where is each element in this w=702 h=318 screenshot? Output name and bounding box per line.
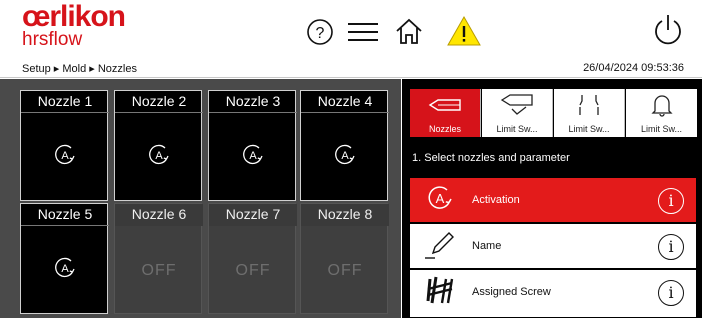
info-icon[interactable]: i (658, 188, 684, 214)
step-instruction: 1. Select nozzles and parameter (412, 152, 570, 164)
nozzle-title: Nozzle 2 (115, 91, 203, 113)
param-assigned-screw[interactable]: Assigned Screw i (410, 270, 696, 318)
menu-icon[interactable] (346, 18, 380, 46)
logo: œrlikon hrsflow (22, 0, 126, 50)
svg-text:A: A (61, 263, 69, 275)
help-icon[interactable]: ? (306, 18, 334, 46)
svg-text:A: A (61, 150, 69, 162)
nozzle-tile-2[interactable]: Nozzle 2 A (114, 90, 203, 201)
bell-icon (650, 93, 674, 122)
nozzle-tile-8[interactable]: Nozzle 8 OFF (300, 203, 389, 314)
info-icon[interactable]: i (658, 234, 684, 260)
info-icon[interactable]: i (658, 280, 684, 306)
warning-icon[interactable] (446, 15, 482, 47)
nozzle-limit-icon (500, 93, 534, 122)
activation-icon: A (427, 185, 453, 216)
nozzle-tile-1[interactable]: Nozzle 1 A (20, 90, 109, 201)
svg-text:A: A (436, 191, 445, 206)
tab-nozzles[interactable]: Nozzles (410, 89, 481, 137)
activation-icon: A (54, 257, 76, 284)
home-icon[interactable] (394, 16, 424, 46)
nozzle-title: Nozzle 6 (115, 204, 203, 226)
nozzle-title: Nozzle 8 (301, 204, 389, 226)
activation-icon: A (242, 144, 264, 171)
brand-subname: hrsflow (22, 29, 83, 50)
param-label: Assigned Screw (472, 286, 551, 298)
param-label: Activation (472, 194, 520, 206)
svg-text:A: A (155, 150, 163, 162)
tab-limit-switch-1[interactable]: Limit Sw... (482, 89, 553, 137)
breadcrumb: Setup ▸ Mold ▸ Nozzles (22, 63, 137, 75)
app-root: œrlikon hrsflow Setup ▸ Mold ▸ Nozzles 2… (0, 0, 702, 318)
nozzle-grid: Nozzle 1 A Nozzle 2 A Nozzle 3 A Nozzle … (0, 79, 401, 318)
nozzle-off-label: OFF (141, 261, 177, 279)
svg-text:?: ? (316, 25, 325, 42)
tab-label: Limit Sw... (568, 124, 610, 134)
tab-label: Limit Sw... (496, 124, 538, 134)
nozzle-title: Nozzle 1 (21, 91, 109, 113)
svg-text:A: A (249, 150, 257, 162)
activation-icon: A (334, 144, 356, 171)
screw-icon (424, 275, 456, 310)
nozzle-title: Nozzle 7 (209, 204, 297, 226)
nozzle-title: Nozzle 3 (209, 91, 297, 113)
nozzle-title: Nozzle 4 (301, 91, 389, 113)
datetime: 26/04/2024 09:53:36 (583, 62, 684, 74)
param-label: Name (472, 240, 502, 252)
parameter-panel: Nozzles Limit Sw... Limit Sw... Limit Sw… (402, 79, 702, 318)
header-bar: œrlikon hrsflow Setup ▸ Mold ▸ Nozzles 2… (0, 0, 702, 78)
activation-icon: A (54, 144, 76, 171)
param-activation[interactable]: A Activation i (410, 178, 696, 223)
nozzle-tile-6[interactable]: Nozzle 6 OFF (114, 203, 203, 314)
tab-label: Limit Sw... (640, 124, 682, 134)
nozzle-off-label: OFF (235, 261, 271, 279)
tab-limit-switch-3[interactable]: Limit Sw... (626, 89, 697, 137)
tab-label: Nozzles (428, 124, 461, 134)
nozzle-tile-5[interactable]: Nozzle 5 A (20, 203, 109, 314)
nozzle-off-label: OFF (327, 261, 363, 279)
brand-name: œrlikon (22, 0, 126, 33)
param-name[interactable]: Name i (410, 224, 696, 269)
nozzle-icon (428, 96, 462, 119)
nozzle-tile-3[interactable]: Nozzle 3 A (208, 90, 297, 201)
tab-limit-switch-2[interactable]: Limit Sw... (554, 89, 625, 137)
pencil-icon (423, 227, 457, 266)
power-icon[interactable] (652, 13, 684, 47)
limit-switch-icon (576, 93, 602, 122)
nozzle-tile-7[interactable]: Nozzle 7 OFF (208, 203, 297, 314)
nozzle-title: Nozzle 5 (21, 204, 109, 226)
nozzle-tile-4[interactable]: Nozzle 4 A (300, 90, 389, 201)
activation-icon: A (148, 144, 170, 171)
svg-text:A: A (341, 150, 349, 162)
